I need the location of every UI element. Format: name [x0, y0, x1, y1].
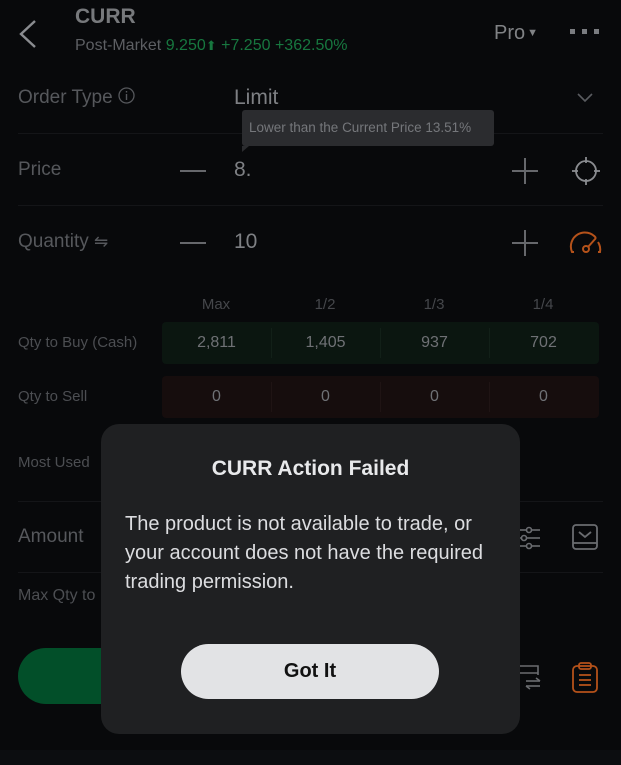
qty-sell-cell[interactable]: 0 — [271, 376, 380, 418]
price-change: +7.250 — [221, 37, 271, 54]
bottom-bar — [0, 750, 621, 765]
amount-label: Amount — [18, 526, 84, 547]
symbol-title: CURR — [75, 5, 136, 28]
error-dialog: CURR Action Failed The product is not av… — [101, 424, 520, 734]
clipboard-icon[interactable] — [571, 661, 599, 693]
got-it-button[interactable]: Got It — [181, 644, 439, 699]
most-used-label: Most Used — [18, 454, 90, 471]
qty-buy-cell[interactable]: 1,405 — [271, 322, 380, 364]
qty-buy-label: Qty to Buy (Cash) — [18, 334, 138, 351]
order-type-label-text: Order Type — [18, 87, 113, 108]
dialog-title: CURR Action Failed — [211, 457, 410, 480]
speedometer-icon[interactable] — [569, 228, 603, 256]
price-label: Price — [18, 159, 62, 180]
quantity-increment-button[interactable] — [512, 230, 538, 256]
col-header: 1/4 — [532, 296, 554, 313]
quote-line: Post-Market 9.250⬆ +7.250 +362.50% — [75, 37, 347, 55]
price-decrement-button[interactable] — [180, 170, 206, 172]
dialog-message: The product is not available to trade, o… — [125, 513, 484, 593]
qty-buy-cell[interactable]: 2,811 — [162, 322, 271, 364]
qty-sell-cell[interactable]: 0 — [380, 376, 489, 418]
qty-sell-cell[interactable]: 0 — [162, 376, 271, 418]
max-qty-label: Max Qty to — [18, 587, 96, 604]
col-header: 1/2 — [314, 296, 336, 313]
session-label: Post-Market — [75, 37, 162, 54]
order-type-value[interactable]: Limit — [234, 86, 278, 110]
price-increment-button[interactable] — [512, 158, 538, 184]
transfer-icon[interactable] — [518, 663, 542, 691]
swap-icon[interactable]: ⇋ — [94, 232, 108, 251]
price-input[interactable]: 8. — [234, 158, 252, 182]
qty-sell-cell[interactable]: 0 — [489, 376, 598, 418]
qty-sell-row: 0 0 0 0 — [162, 376, 599, 418]
sliders-icon[interactable] — [518, 526, 542, 550]
qty-buy-cell[interactable]: 937 — [380, 322, 489, 364]
qty-buy-cell[interactable]: 702 — [489, 322, 598, 364]
quantity-label: Quantity ⇋ — [18, 231, 108, 253]
info-icon[interactable] — [118, 87, 135, 104]
col-header: 1/3 — [423, 296, 445, 313]
back-arrow-icon[interactable] — [16, 18, 40, 50]
qty-buy-row: 2,811 1,405 937 702 — [162, 322, 599, 364]
qty-sell-label: Qty to Sell — [18, 388, 88, 405]
caret-down-icon: ▼ — [527, 27, 539, 39]
mode-selector[interactable]: Pro ▼ — [494, 22, 538, 45]
price-change-pct: +362.50% — [274, 37, 348, 54]
quantity-decrement-button[interactable] — [180, 242, 206, 244]
crosshair-icon[interactable] — [570, 155, 602, 187]
collapse-panel-icon[interactable] — [571, 523, 599, 551]
quantity-input[interactable]: 10 — [234, 230, 257, 254]
up-arrow-icon: ⬆ — [205, 38, 217, 53]
divider — [18, 205, 603, 206]
more-menu-icon[interactable] — [570, 26, 600, 36]
quantity-label-text: Quantity — [18, 231, 89, 252]
last-price: 9.250 — [165, 37, 206, 54]
price-tooltip: Lower than the Current Price 13.51% — [242, 110, 494, 152]
order-type-label: Order Type — [18, 87, 135, 109]
mode-label: Pro — [494, 22, 526, 44]
chevron-down-icon[interactable] — [576, 92, 594, 104]
col-header: Max — [201, 296, 231, 313]
